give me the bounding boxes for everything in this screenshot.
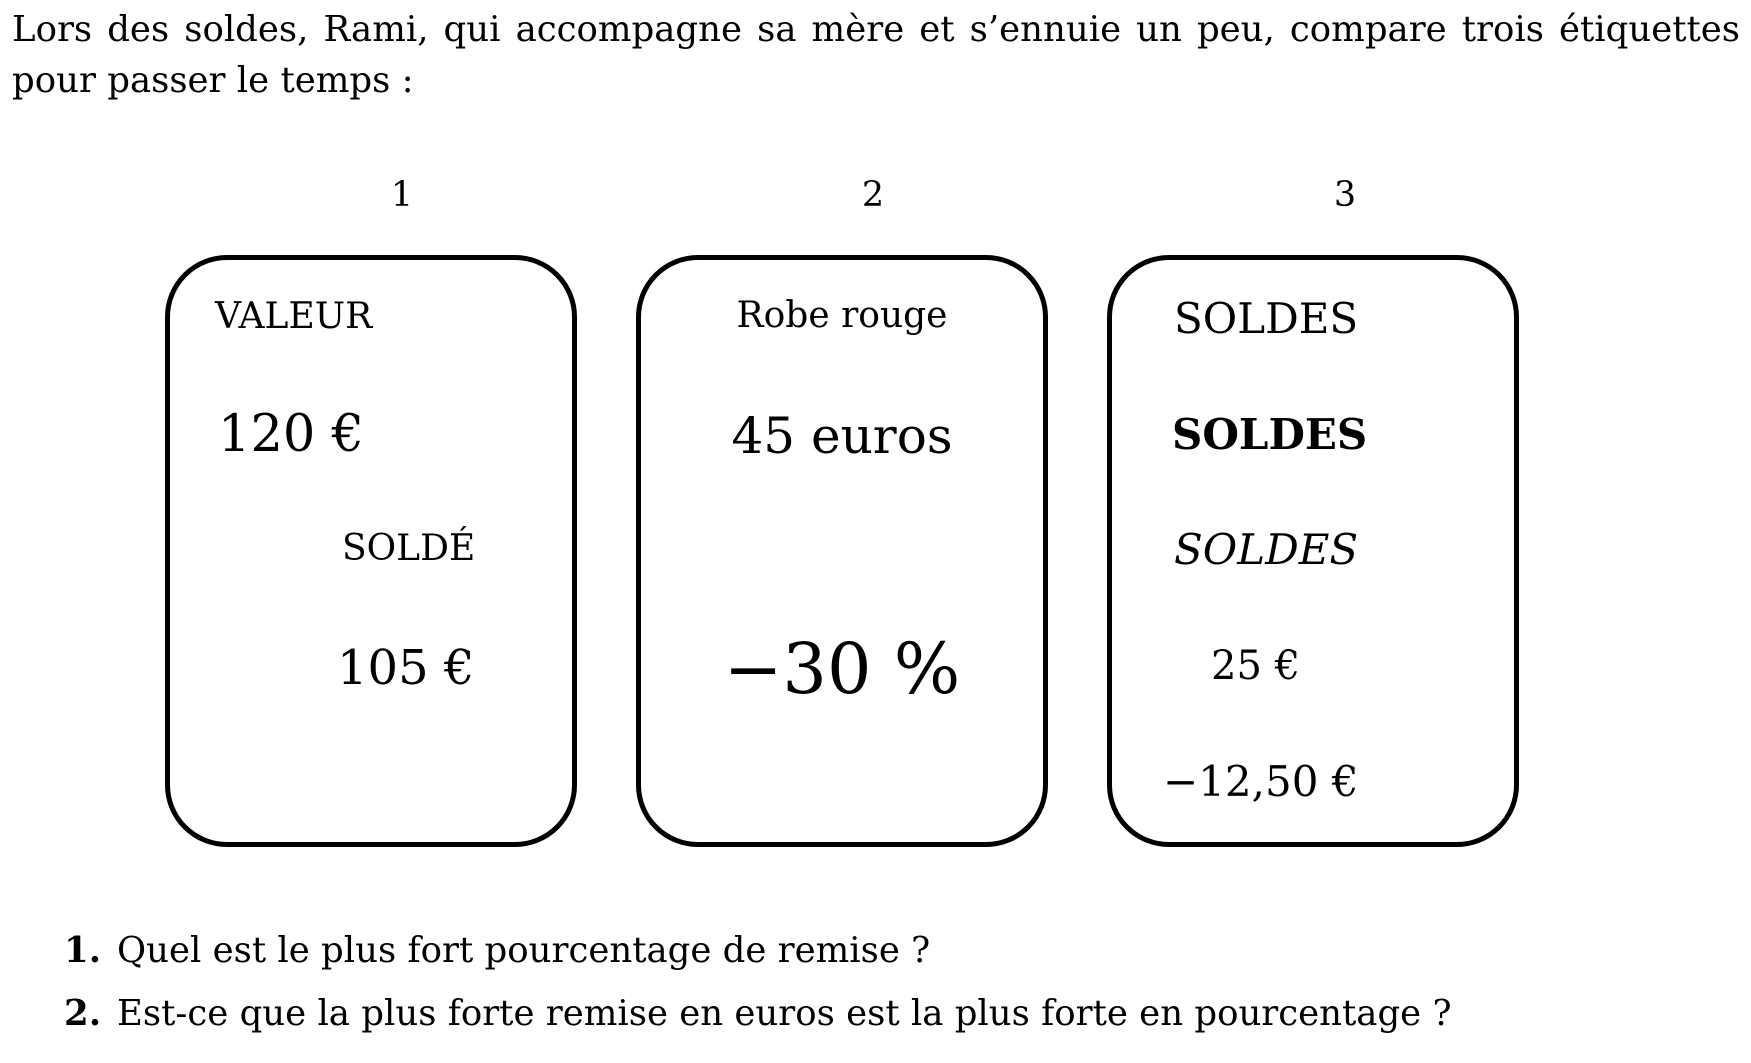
tag-2-item-name: Robe rouge [736, 295, 948, 336]
tag-3-soldes-bold: SOLDES [1172, 410, 1368, 459]
price-tag-1: VALEUR 120 € SOLDÉ 105 € [165, 255, 577, 847]
question-1-number: 1. [64, 930, 102, 971]
question-2-number: 2. [64, 993, 102, 1034]
tag-3-discount: −12,50 € [1163, 757, 1359, 806]
tag-3-soldes-italic: SOLDES [1174, 525, 1359, 574]
question-2-text: Est-ce que la plus forte remise en euros… [117, 993, 1452, 1034]
tag-1-original-price: 120 € [218, 405, 365, 464]
price-tag-2: Robe rouge 45 euros −30 % [636, 255, 1048, 847]
tag-1-sale-label: SOLDÉ [342, 528, 476, 569]
problem-statement: Lors des soldes, Rami, qui accompagne sa… [12, 9, 1740, 101]
tag-2-price: 45 euros [731, 407, 953, 465]
tag-1-number: 1 [390, 175, 414, 215]
tag-2-discount: −30 % [723, 628, 961, 710]
tag-3-soldes-regular: SOLDES [1174, 294, 1359, 343]
tag-2-number: 2 [861, 175, 885, 215]
tag-3-number: 3 [1333, 175, 1357, 215]
tag-1-value-label: VALEUR [215, 296, 373, 337]
price-tag-3: SOLDES SOLDES SOLDES 25 € −12,50 € [1107, 255, 1519, 847]
question-1-text: Quel est le plus fort pourcentage de rem… [117, 930, 931, 971]
tag-1-sale-price: 105 € [337, 640, 475, 696]
tag-3-price: 25 € [1211, 643, 1301, 689]
